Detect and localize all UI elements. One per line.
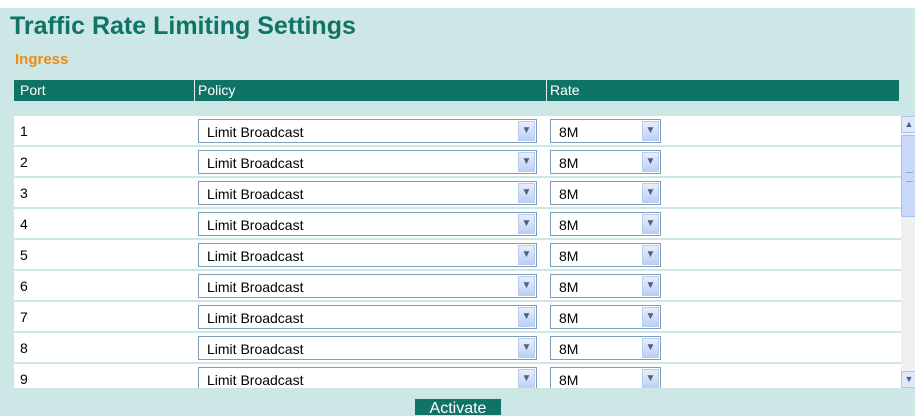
chevron-down-icon[interactable]: ▼ — [642, 338, 659, 358]
header-policy: Policy — [198, 82, 236, 98]
table-row: 5 Limit Broadcast ▼ 8M ▼ — [14, 240, 901, 271]
chevron-down-icon[interactable]: ▼ — [518, 121, 535, 141]
policy-select[interactable]: Limit Broadcast ▼ — [198, 119, 537, 143]
page-title: Traffic Rate Limiting Settings — [10, 12, 356, 40]
port-list: 1 Limit Broadcast ▼ 8M ▼ 2 Limit Broadcast… — [14, 116, 901, 388]
chevron-down-icon[interactable]: ▼ — [642, 152, 659, 172]
chevron-down-icon[interactable]: ▼ — [642, 245, 659, 265]
rate-value: 8M — [559, 217, 579, 233]
chevron-down-icon[interactable]: ▼ — [518, 276, 535, 296]
port-number: 3 — [20, 185, 28, 201]
policy-select[interactable]: Limit Broadcast ▼ — [198, 181, 537, 205]
chevron-down-icon[interactable]: ▼ — [642, 307, 659, 327]
rate-value: 8M — [559, 372, 579, 388]
rate-select[interactable]: 8M ▼ — [550, 274, 661, 298]
vertical-scrollbar[interactable]: ▲ ▼ — [901, 116, 915, 388]
section-subtitle: Ingress — [15, 51, 69, 68]
scroll-down-icon[interactable]: ▼ — [901, 371, 915, 388]
chevron-down-icon[interactable]: ▼ — [642, 214, 659, 234]
rate-select[interactable]: 8M ▼ — [550, 212, 661, 236]
table-row: 1 Limit Broadcast ▼ 8M ▼ — [14, 116, 901, 147]
chevron-down-icon[interactable]: ▼ — [642, 121, 659, 141]
header-divider — [546, 80, 547, 101]
policy-value: Limit Broadcast — [207, 372, 304, 388]
policy-value: Limit Broadcast — [207, 186, 304, 202]
rate-select[interactable]: 8M ▼ — [550, 150, 661, 174]
policy-select[interactable]: Limit Broadcast ▼ — [198, 305, 537, 329]
rate-value: 8M — [559, 124, 579, 140]
header-rate: Rate — [550, 82, 580, 98]
policy-value: Limit Broadcast — [207, 155, 304, 171]
port-number: 1 — [20, 123, 28, 139]
rate-value: 8M — [559, 279, 579, 295]
policy-select[interactable]: Limit Broadcast ▼ — [198, 243, 537, 267]
chevron-down-icon[interactable]: ▼ — [518, 307, 535, 327]
table-row: 8 Limit Broadcast ▼ 8M ▼ — [14, 333, 901, 364]
table-row: 7 Limit Broadcast ▼ 8M ▼ — [14, 302, 901, 333]
chevron-down-icon[interactable]: ▼ — [518, 183, 535, 203]
table-row: 6 Limit Broadcast ▼ 8M ▼ — [14, 271, 901, 302]
policy-select[interactable]: Limit Broadcast ▼ — [198, 212, 537, 236]
rate-value: 8M — [559, 248, 579, 264]
rate-select[interactable]: 8M ▼ — [550, 336, 661, 360]
policy-value: Limit Broadcast — [207, 124, 304, 140]
grip-icon — [906, 172, 913, 182]
chevron-down-icon[interactable]: ▼ — [642, 276, 659, 296]
scroll-thumb[interactable] — [901, 135, 915, 217]
policy-select[interactable]: Limit Broadcast ▼ — [198, 336, 537, 360]
activate-button[interactable]: Activate — [414, 398, 502, 417]
port-number: 8 — [20, 340, 28, 356]
policy-value: Limit Broadcast — [207, 279, 304, 295]
rate-value: 8M — [559, 186, 579, 202]
policy-value: Limit Broadcast — [207, 217, 304, 233]
table-row: 2 Limit Broadcast ▼ 8M ▼ — [14, 147, 901, 178]
chevron-down-icon[interactable]: ▼ — [518, 152, 535, 172]
chevron-down-icon[interactable]: ▼ — [518, 338, 535, 358]
chevron-down-icon[interactable]: ▼ — [518, 245, 535, 265]
rate-value: 8M — [559, 310, 579, 326]
port-number: 9 — [20, 371, 28, 387]
port-number: 6 — [20, 278, 28, 294]
policy-select[interactable]: Limit Broadcast ▼ — [198, 150, 537, 174]
rate-select[interactable]: 8M ▼ — [550, 367, 661, 388]
port-number: 5 — [20, 247, 28, 263]
header-divider — [194, 80, 195, 101]
rate-select[interactable]: 8M ▼ — [550, 119, 661, 143]
table-row: 4 Limit Broadcast ▼ 8M ▼ — [14, 209, 901, 240]
table-row: 3 Limit Broadcast ▼ 8M ▼ — [14, 178, 901, 209]
chevron-down-icon[interactable]: ▼ — [642, 369, 659, 388]
port-number: 7 — [20, 309, 28, 325]
port-number: 2 — [20, 154, 28, 170]
chevron-down-icon[interactable]: ▼ — [518, 214, 535, 234]
port-number: 4 — [20, 216, 28, 232]
chevron-down-icon[interactable]: ▼ — [642, 183, 659, 203]
chevron-down-icon[interactable]: ▼ — [518, 369, 535, 388]
rate-select[interactable]: 8M ▼ — [550, 243, 661, 267]
policy-value: Limit Broadcast — [207, 341, 304, 357]
rate-select[interactable]: 8M ▼ — [550, 181, 661, 205]
header-port: Port — [20, 82, 46, 98]
rate-select[interactable]: 8M ▼ — [550, 305, 661, 329]
policy-select[interactable]: Limit Broadcast ▼ — [198, 274, 537, 298]
scroll-up-icon[interactable]: ▲ — [901, 116, 915, 133]
policy-select[interactable]: Limit Broadcast ▼ — [198, 367, 537, 388]
policy-value: Limit Broadcast — [207, 248, 304, 264]
table-row: 9 Limit Broadcast ▼ 8M ▼ — [14, 364, 901, 388]
rate-value: 8M — [559, 155, 579, 171]
rate-value: 8M — [559, 341, 579, 357]
policy-value: Limit Broadcast — [207, 310, 304, 326]
table-header: Port Policy Rate — [14, 80, 899, 101]
